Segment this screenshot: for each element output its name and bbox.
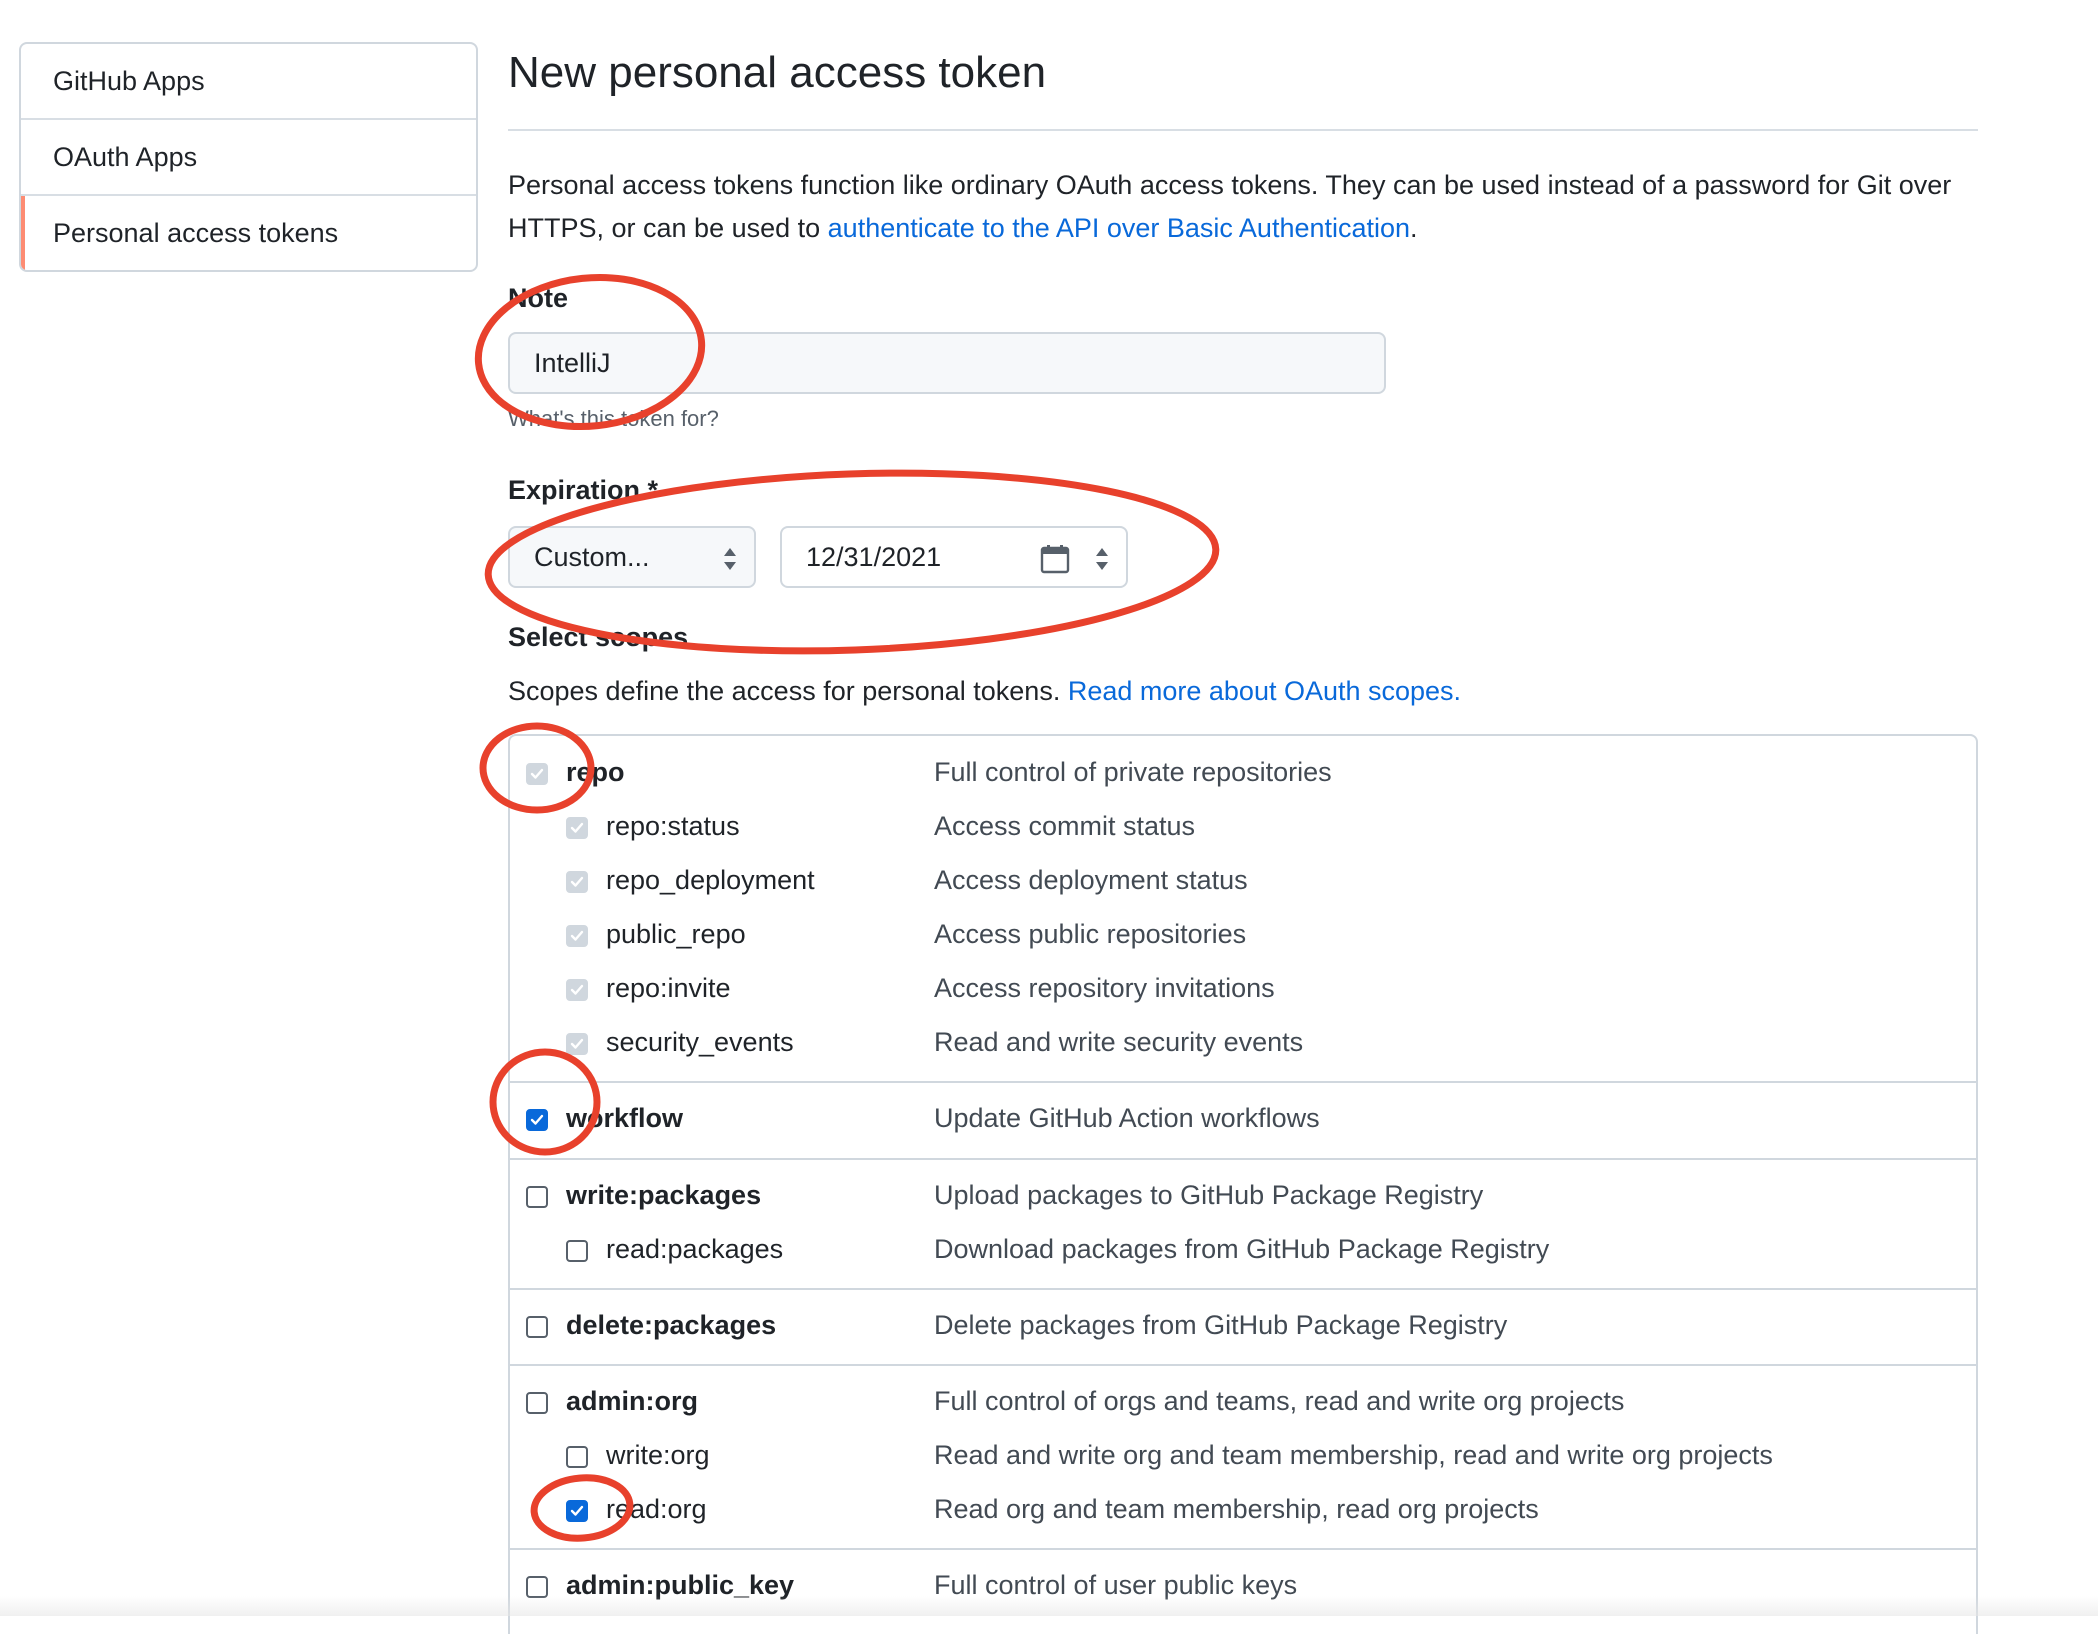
scope-name[interactable]: admin:org: [566, 1386, 698, 1417]
scope-row-write-org: write:org Read and write org and team mem…: [510, 1433, 1976, 1487]
sidebar-item-label: OAuth Apps: [53, 141, 198, 172]
scope-description: Read and write security events: [934, 1027, 1304, 1057]
scope-group-divider: [510, 1158, 1976, 1160]
expiration-select[interactable]: Custom...: [508, 526, 756, 588]
scope-group-divider: [510, 1548, 1976, 1550]
scope-description: Access commit status: [934, 811, 1196, 841]
scope-row-read-org: read:org Read org and team membership, re…: [510, 1487, 1976, 1541]
scope-description: Delete packages from GitHub Package Regi…: [934, 1310, 1508, 1340]
scope-checkbox[interactable]: [526, 1186, 548, 1208]
bottom-edge-shadow: [0, 1596, 2098, 1616]
scope-checkbox: [566, 979, 588, 1001]
title-divider: [508, 129, 1978, 131]
scope-row-public-repo: public_repo Access public repositories: [510, 912, 1976, 966]
scope-row-read-packages: read:packages Download packages from GitH…: [510, 1227, 1976, 1281]
scope-row-delete-packages: delete:packages Delete packages from GitH…: [510, 1303, 1976, 1357]
scope-name[interactable]: read:org: [606, 1494, 707, 1525]
scope-checkbox[interactable]: [526, 1576, 548, 1598]
page-title: New personal access token: [508, 48, 1047, 97]
date-stepper-icon[interactable]: [1094, 546, 1110, 572]
scope-checkbox[interactable]: [566, 1500, 588, 1522]
scope-checkbox: [566, 871, 588, 893]
oauth-scopes-link[interactable]: Read more about OAuth scopes.: [1068, 676, 1461, 706]
scope-row-repo-status: repo:status Access commit status: [510, 804, 1976, 858]
scope-row-repo: repo Full control of private repositories: [510, 750, 1976, 804]
scope-name[interactable]: repo: [566, 757, 625, 788]
scope-description: Full control of orgs and teams, read and…: [934, 1386, 1625, 1416]
scope-description: Read org and team membership, read org p…: [934, 1494, 1539, 1524]
intro-text-end: .: [1410, 213, 1418, 243]
scope-group-divider: [510, 1364, 1976, 1366]
scope-checkbox[interactable]: [566, 1240, 588, 1262]
scope-description: Read and write org and team membership, …: [934, 1440, 1773, 1470]
scope-description: Upload packages to GitHub Package Regist…: [934, 1180, 1484, 1210]
scope-row-write-packages: write:packages Upload packages to GitHub …: [510, 1173, 1976, 1227]
scope-checkbox: [566, 817, 588, 839]
scopes-description: Scopes define the access for personal to…: [508, 676, 1461, 707]
scopes-label: Select scopes: [508, 622, 689, 652]
scope-description: Access deployment status: [934, 865, 1248, 895]
sidebar-item-label: GitHub Apps: [53, 65, 205, 96]
sidebar-item-personal-access-tokens[interactable]: Personal access tokens: [21, 196, 476, 270]
sidebar-item-label: Personal access tokens: [53, 217, 339, 248]
scope-checkbox[interactable]: [566, 1446, 588, 1468]
scope-checkbox: [566, 1033, 588, 1055]
scope-row-security-events: security_events Read and write security e…: [510, 1020, 1976, 1074]
basic-auth-link[interactable]: authenticate to the API over Basic Authe…: [828, 213, 1410, 243]
scope-group-divider: [510, 1081, 1976, 1083]
note-hint: What's this token for?: [508, 406, 719, 431]
scope-checkbox: [526, 763, 548, 785]
expiration-select-value: Custom...: [534, 541, 650, 572]
scope-checkbox[interactable]: [526, 1109, 548, 1131]
intro-paragraph: Personal access tokens function like ord…: [508, 164, 1978, 250]
scope-name[interactable]: repo:invite: [606, 973, 731, 1004]
scope-checkbox[interactable]: [526, 1316, 548, 1338]
scope-row-workflow: workflow Update GitHub Action workflows: [510, 1096, 1976, 1150]
note-input[interactable]: [508, 332, 1386, 394]
scope-name[interactable]: delete:packages: [566, 1310, 776, 1341]
note-label: Note: [508, 283, 568, 313]
calendar-icon[interactable]: [1040, 544, 1070, 574]
expiration-date-input[interactable]: 12/31/2021: [780, 526, 1128, 588]
scope-group-divider: [510, 1288, 1976, 1290]
settings-sidebar: GitHub Apps OAuth Apps Personal access t…: [19, 42, 478, 272]
scope-description: Download packages from GitHub Package Re…: [934, 1234, 1550, 1264]
scope-name[interactable]: repo:status: [606, 811, 740, 842]
scope-row-admin-org: admin:org Full control of orgs and teams,…: [510, 1379, 1976, 1433]
scope-name[interactable]: repo_deployment: [606, 865, 815, 896]
scope-description: Access public repositories: [934, 919, 1247, 949]
scope-name[interactable]: write:org: [606, 1440, 710, 1471]
expiration-label: Expiration *: [508, 475, 659, 505]
scope-description: Update GitHub Action workflows: [934, 1103, 1320, 1133]
scope-checkbox: [566, 925, 588, 947]
scope-checkbox[interactable]: [526, 1392, 548, 1414]
scopes-table: repo Full control of private repositories…: [508, 734, 1978, 1634]
scope-name[interactable]: security_events: [606, 1027, 794, 1058]
scopes-description-text: Scopes define the access for personal to…: [508, 676, 1068, 706]
sidebar-item-github-apps[interactable]: GitHub Apps: [21, 44, 476, 120]
scope-row-repo-invite: repo:invite Access repository invitations: [510, 966, 1976, 1020]
scope-name[interactable]: write:packages: [566, 1180, 761, 1211]
scope-name[interactable]: workflow: [566, 1103, 683, 1134]
scope-description: Access repository invitations: [934, 973, 1275, 1003]
scope-name[interactable]: public_repo: [606, 919, 746, 950]
sidebar-item-oauth-apps[interactable]: OAuth Apps: [21, 120, 476, 196]
scope-description: Full control of private repositories: [934, 757, 1332, 787]
scope-row-repo-deployment: repo_deployment Access deployment status: [510, 858, 1976, 912]
select-arrows-icon: [724, 548, 736, 570]
expiration-date-value: 12/31/2021: [806, 541, 942, 572]
scope-name[interactable]: read:packages: [606, 1234, 783, 1265]
